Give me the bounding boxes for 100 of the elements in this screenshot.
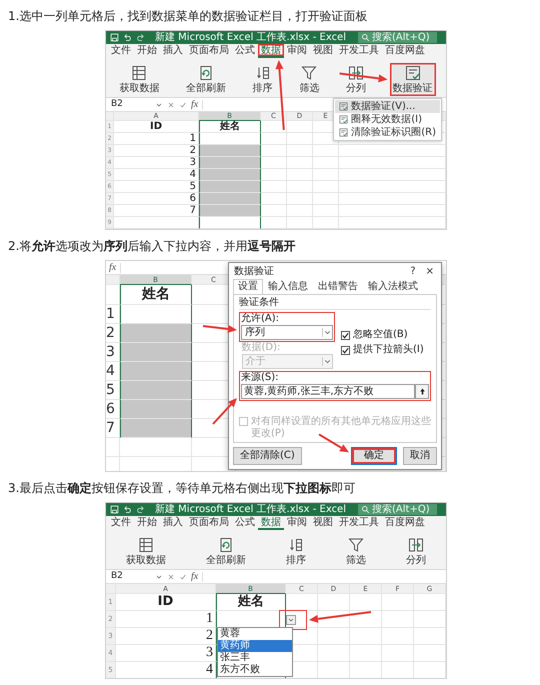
sort-icon — [254, 65, 271, 81]
select-all-corner[interactable] — [106, 584, 116, 594]
ribbon-button[interactable]: 筛选 — [296, 63, 322, 96]
ribbon-tab[interactable]: 文件 — [108, 516, 134, 530]
tab[interactable]: 出错警告 — [313, 279, 363, 294]
ribbon-tab[interactable]: 百度网盘 — [382, 44, 428, 58]
ribbon-tab[interactable]: 开始 — [134, 516, 160, 530]
empty-cell — [313, 145, 339, 157]
window-title: 新建 Microsoft Excel 工作表.xlsx - Excel — [155, 31, 346, 44]
ribbon-button[interactable]: 分列 — [403, 535, 429, 568]
ribbon-tab[interactable]: 审阅 — [284, 44, 310, 58]
ribbon-button[interactable]: 分列 — [342, 63, 369, 96]
table-cell: 姓名 — [216, 594, 286, 611]
ribbon-tab[interactable]: 文件 — [108, 44, 134, 58]
search-field[interactable]: 搜索(Alt+Q) — [358, 32, 437, 43]
empty-cell — [261, 133, 287, 145]
dialog-button[interactable]: 全部清除(C) — [233, 447, 302, 465]
field-label: 允许(A): — [241, 313, 280, 325]
checkbox[interactable] — [341, 330, 350, 340]
empty-cell — [261, 121, 287, 133]
ribbon-tab[interactable]: 页面布局 — [186, 44, 232, 58]
checkbox[interactable] — [341, 346, 350, 354]
table-icon — [138, 537, 154, 553]
step-caption: 3.最后点击确定按钮保存设置，等待单元格右侧出现下拉图标即可 — [8, 480, 356, 496]
empty-cell — [350, 645, 382, 662]
checklist-icon — [404, 65, 421, 81]
dropdown-field[interactable]: 序列 — [241, 325, 333, 340]
list-item[interactable]: 东方不败 — [218, 664, 292, 676]
row-number[interactable]: 2 — [106, 324, 120, 343]
ribbon-tab[interactable]: 页面布局 — [186, 516, 232, 530]
empty-cell — [261, 217, 287, 229]
ribbon-button[interactable]: 全部刷新 — [182, 63, 229, 96]
close-button[interactable]: × — [420, 266, 439, 276]
function-label[interactable]: fx — [191, 99, 198, 110]
empty-cell — [313, 169, 339, 181]
row-number[interactable]: 4 — [106, 362, 120, 381]
save-icon — [110, 505, 119, 514]
select-all-corner[interactable] — [106, 112, 114, 121]
ribbon-button[interactable]: 数据验证 — [390, 63, 436, 96]
menu-item[interactable]: 数据验证(V)... — [335, 100, 440, 113]
name-box[interactable]: B2 — [109, 571, 151, 582]
redo-icon — [136, 505, 145, 514]
empty-cell — [414, 645, 446, 662]
ribbon-button[interactable]: 获取数据 — [116, 63, 162, 96]
tab[interactable]: 设置 — [233, 279, 263, 294]
checklist-icon — [339, 102, 348, 111]
ribbon-tab[interactable]: 视图 — [310, 516, 336, 530]
ribbon-tab[interactable]: 公式 — [232, 44, 258, 58]
empty-cell — [382, 611, 414, 628]
ribbon-tab[interactable]: 数据 — [258, 44, 284, 58]
tab[interactable]: 输入信息 — [263, 279, 313, 294]
pointer-arrow — [318, 434, 349, 452]
empty-cell — [287, 181, 313, 193]
caret-icon — [322, 328, 332, 337]
search-icon — [361, 33, 370, 42]
ribbon-button[interactable]: 获取数据 — [123, 535, 169, 568]
ribbon-button[interactable]: 筛选 — [343, 535, 369, 568]
ribbon-button[interactable]: 排序 — [283, 535, 309, 568]
empty-cell — [318, 628, 350, 645]
list-item[interactable]: 黄药师 — [218, 640, 292, 652]
ribbon-tab[interactable]: 公式 — [232, 516, 258, 530]
collapse-button[interactable] — [415, 384, 429, 399]
ribbon-tab[interactable]: 插入 — [160, 516, 186, 530]
checkbox-label: 忽略空值(B) — [353, 329, 408, 341]
dialog-button[interactable]: 取消 — [403, 447, 437, 465]
table-cell: ID — [116, 594, 216, 611]
row-number[interactable]: 6 — [106, 400, 120, 419]
function-label[interactable]: fx — [109, 262, 116, 273]
ribbon-button[interactable]: 排序 — [250, 63, 276, 96]
ribbon-tab[interactable]: 审阅 — [284, 516, 310, 530]
ribbon-tab[interactable]: 开始 — [134, 44, 160, 58]
list-item[interactable]: 张三丰 — [218, 652, 292, 664]
pointer-arrow — [309, 611, 372, 623]
function-label[interactable]: fx — [191, 571, 198, 582]
tab[interactable]: 输入法模式 — [363, 279, 423, 294]
row-header[interactable] — [106, 285, 120, 305]
ribbon-button[interactable]: 全部刷新 — [203, 535, 249, 568]
row-number[interactable]: 7 — [106, 419, 120, 438]
row-number[interactable]: 5 — [106, 381, 120, 400]
empty-cell — [382, 594, 414, 611]
check-icon — [179, 572, 187, 580]
ribbon-tab[interactable]: 开发工具 — [336, 44, 382, 58]
name-box[interactable]: B2 — [109, 99, 151, 110]
empty-cell — [414, 628, 446, 645]
search-field[interactable]: 搜索(Alt+Q) — [358, 504, 437, 515]
window-title: 新建 Microsoft Excel 工作表.xlsx - Excel — [155, 503, 346, 516]
dropdown-button[interactable] — [286, 615, 296, 625]
help-button[interactable]: ? — [405, 266, 421, 276]
ribbon-tab[interactable]: 百度网盘 — [382, 516, 428, 530]
row-number[interactable]: 3 — [106, 343, 120, 362]
ribbon-tab[interactable]: 视图 — [310, 44, 336, 58]
pointer-arrow — [202, 324, 237, 333]
dialog-button[interactable]: 确定 — [351, 447, 397, 465]
row-number[interactable]: 1 — [106, 305, 120, 324]
empty-cell — [287, 217, 313, 229]
select-all-corner[interactable] — [106, 275, 120, 285]
list-item[interactable]: 黄蓉 — [218, 628, 292, 640]
ribbon-tab[interactable]: 插入 — [160, 44, 186, 58]
ribbon-tab[interactable]: 开发工具 — [336, 516, 382, 530]
source-field[interactable]: 黄蓉,黄药师,张三丰,东方不败 — [241, 384, 415, 399]
